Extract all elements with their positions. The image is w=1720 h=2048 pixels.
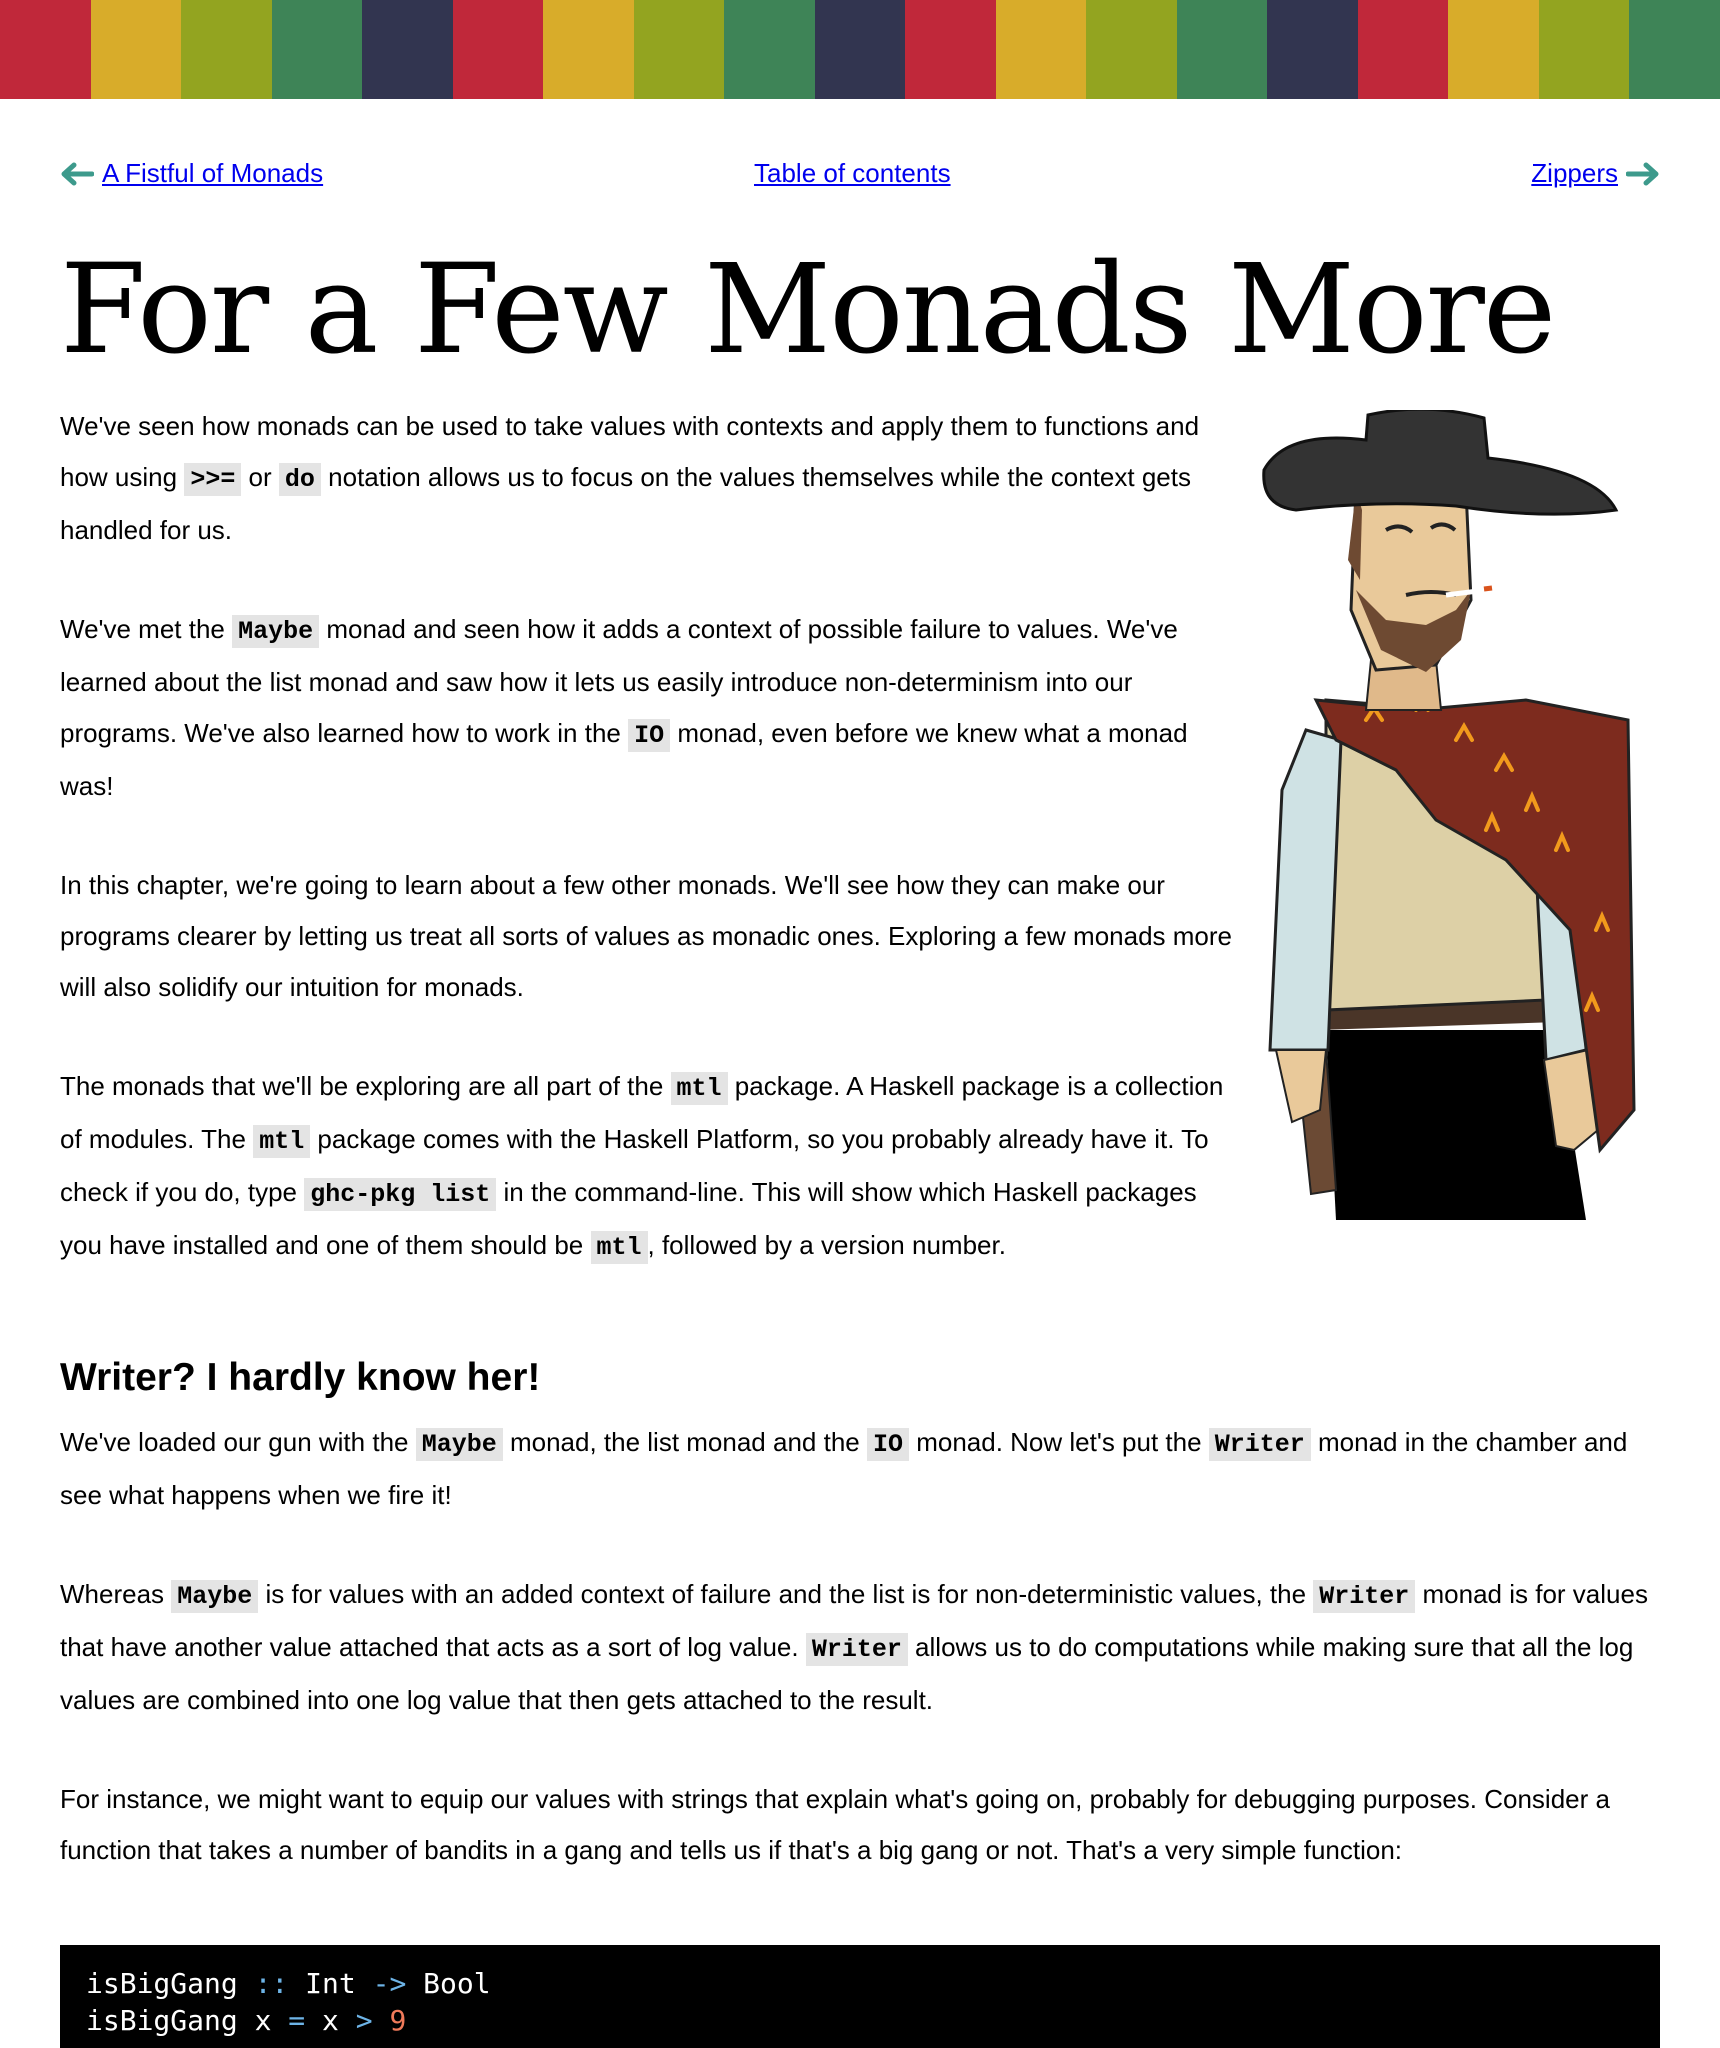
stripe-swatch bbox=[1176, 0, 1268, 99]
inline-code: Writer bbox=[1313, 1580, 1416, 1613]
stripe-swatch bbox=[452, 0, 544, 99]
left-arrow-icon bbox=[61, 162, 94, 185]
inline-code: mtl bbox=[590, 1231, 648, 1264]
stripe-swatch bbox=[543, 0, 634, 99]
intro-paragraph-1: We've seen how monads can be used to tak… bbox=[60, 411, 1200, 545]
inline-code: IO bbox=[866, 1428, 909, 1461]
inline-code: do bbox=[278, 463, 321, 496]
inline-code: Maybe bbox=[415, 1428, 503, 1461]
inline-code: IO bbox=[628, 719, 671, 752]
section-heading: Writer? I hardly know her! bbox=[60, 1356, 541, 1399]
cowboy-illustration bbox=[1262, 410, 1636, 1220]
inline-code: Maybe bbox=[171, 1580, 259, 1613]
stripe-swatch bbox=[362, 0, 453, 99]
intro-paragraph-3: In this chapter, we're going to learn ab… bbox=[60, 870, 1232, 1002]
code-line-2: isBigGang x = x > 9 bbox=[86, 2004, 407, 2037]
stripe-swatch bbox=[1629, 0, 1720, 99]
table-of-contents-link[interactable]: Table of contents bbox=[754, 158, 951, 189]
stripe-swatch bbox=[1538, 0, 1630, 99]
section-paragraph-1: We've loaded our gun with the Maybe mona… bbox=[60, 1427, 1628, 1510]
stripe-swatch bbox=[1267, 0, 1358, 99]
intro-section: We've seen how monads can be used to tak… bbox=[60, 401, 1240, 1321]
inline-code: >>= bbox=[184, 463, 242, 496]
stripe-swatch bbox=[181, 0, 272, 99]
right-arrow-icon bbox=[1626, 162, 1659, 185]
prev-chapter-link[interactable]: A Fistful of Monads bbox=[102, 158, 323, 189]
section-paragraph-2: Whereas Maybe is for values with an adde… bbox=[60, 1579, 1648, 1715]
stripe-swatch bbox=[1448, 0, 1539, 99]
prev-chapter[interactable]: A Fistful of Monads bbox=[60, 158, 323, 189]
code-block: isBigGang :: Int -> Bool isBigGang x = x… bbox=[60, 1945, 1660, 2048]
stripe-swatch bbox=[1357, 0, 1449, 99]
code-line-1: isBigGang :: Int -> Bool bbox=[86, 1967, 491, 2000]
stripe-swatch bbox=[724, 0, 815, 99]
stripe-swatch bbox=[995, 0, 1087, 99]
intro-paragraph-4: The monads that we'll be exploring are a… bbox=[60, 1071, 1224, 1264]
stripe-swatch bbox=[90, 0, 182, 99]
chapter-navigation: A Fistful of Monads Table of contents Zi… bbox=[60, 158, 1660, 194]
intro-paragraph-2: We've met the Maybe monad and seen how i… bbox=[60, 614, 1188, 801]
inline-code: Maybe bbox=[232, 615, 320, 648]
page-title: For a Few Monads More bbox=[60, 238, 1556, 382]
inline-code: Writer bbox=[805, 1633, 908, 1666]
stripe-swatch bbox=[633, 0, 725, 99]
next-chapter-link[interactable]: Zippers bbox=[1531, 158, 1618, 189]
inline-code: mtl bbox=[253, 1125, 311, 1158]
inline-code: Writer bbox=[1208, 1428, 1311, 1461]
color-stripe-banner bbox=[0, 0, 1720, 99]
stripe-swatch bbox=[1086, 0, 1177, 99]
stripe-swatch bbox=[0, 0, 91, 99]
section-paragraph-3: For instance, we might want to equip our… bbox=[60, 1784, 1610, 1865]
inline-code: mtl bbox=[670, 1072, 728, 1105]
next-chapter[interactable]: Zippers bbox=[1531, 158, 1660, 189]
writer-section: Writer? I hardly know her! We've loaded … bbox=[60, 1353, 1660, 1924]
stripe-swatch bbox=[905, 0, 996, 99]
stripe-swatch bbox=[814, 0, 906, 99]
inline-code: ghc-pkg list bbox=[304, 1178, 497, 1211]
stripe-swatch bbox=[271, 0, 363, 99]
